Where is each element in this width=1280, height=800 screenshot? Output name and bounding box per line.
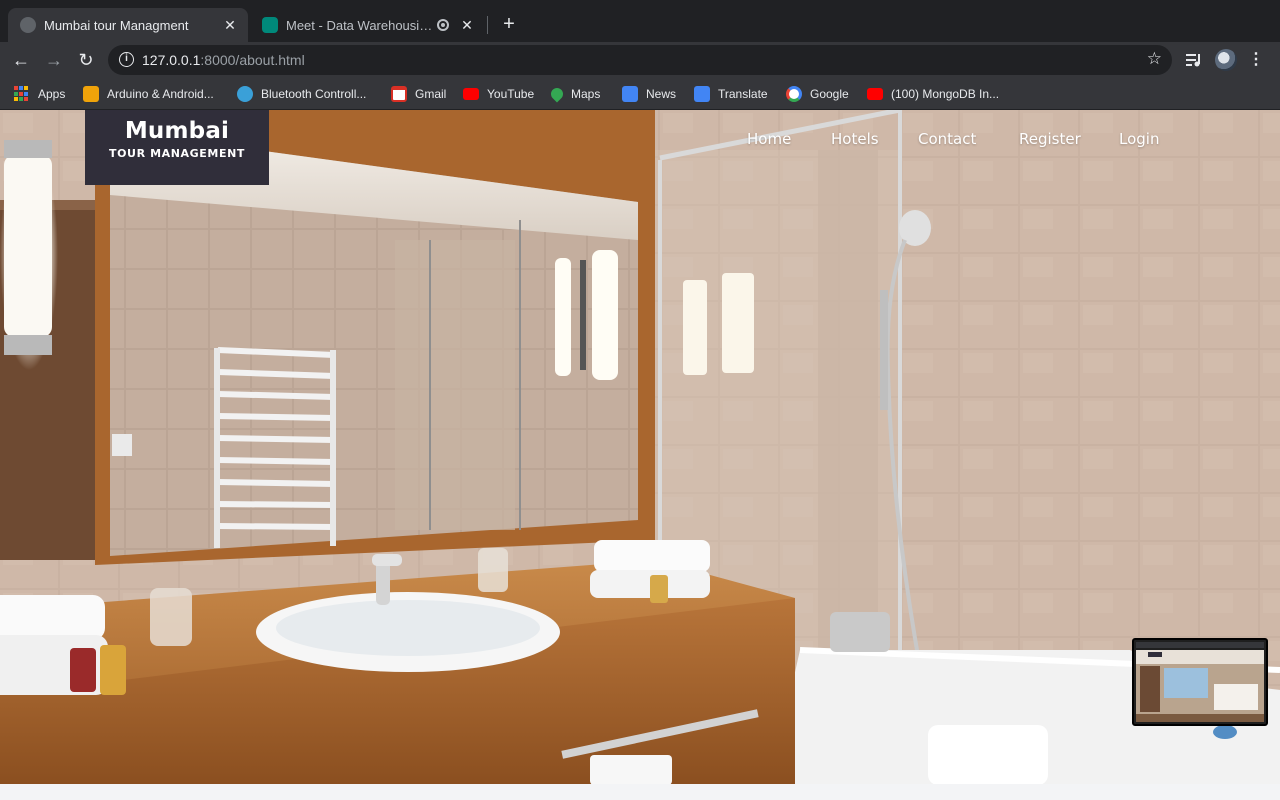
bookmark-google[interactable]: Google <box>786 85 849 103</box>
bookmark-label: Arduino & Android... <box>107 87 214 101</box>
bookmark-label: Bluetooth Controll... <box>261 87 367 101</box>
google-icon <box>786 86 802 102</box>
bookmark-label: Maps <box>571 87 601 101</box>
maps-pin-icon <box>548 85 566 103</box>
profile-avatar[interactable] <box>1215 49 1237 71</box>
nav-register-link[interactable]: Register <box>1019 130 1081 148</box>
youtube-icon <box>867 88 883 100</box>
tab-mumbai-tour[interactable]: Mumbai tour Managment ✕ <box>8 8 248 42</box>
apps-grid-icon <box>14 86 30 102</box>
nav-login-link[interactable]: Login <box>1119 130 1159 148</box>
nav-hotels-link[interactable]: Hotels <box>831 130 879 148</box>
bookmark-bluetooth[interactable]: Bluetooth Controll... <box>237 85 366 103</box>
bookmark-mongodb[interactable]: (100) MongoDB In... <box>867 85 999 103</box>
page-viewport: Mumbai TOUR MANAGEMENT Home Hotels Conta… <box>0 110 1280 800</box>
bookmark-label: News <box>646 87 677 101</box>
bookmarks-bar: Apps Arduino & Android... Bluetooth Cont… <box>0 78 1280 110</box>
close-tab-icon[interactable]: ✕ <box>222 17 238 34</box>
nav-contact-link[interactable]: Contact <box>918 130 976 148</box>
bookmark-star-icon[interactable]: ☆ <box>1147 49 1162 69</box>
more-menu-icon[interactable]: ⋮ <box>1248 48 1264 72</box>
bookmark-label: Google <box>810 87 849 101</box>
bookmark-label: Gmail <box>415 87 447 101</box>
bookmark-arduino[interactable]: Arduino & Android... <box>83 85 214 103</box>
tab-divider <box>487 16 488 34</box>
address-bar[interactable]: i 127.0.0.1:8000/about.html ☆ <box>108 45 1172 75</box>
picture-in-picture-preview[interactable] <box>1132 638 1268 726</box>
reload-icon[interactable]: ↻ <box>74 48 98 72</box>
bookmark-gmail[interactable]: Gmail <box>391 85 446 103</box>
site-info-icon[interactable]: i <box>119 52 134 67</box>
bookmark-apps[interactable]: Apps <box>14 85 65 103</box>
url-path: :8000/about.html <box>200 52 305 68</box>
tab-title: Meet - Data Warehousing and <box>286 17 437 33</box>
tab-title: Mumbai tour Managment <box>44 17 189 33</box>
hero-banner: Mumbai TOUR MANAGEMENT Home Hotels Conta… <box>0 110 1280 784</box>
bookmark-maps[interactable]: Maps <box>548 85 601 103</box>
browser-tab-strip: Mumbai tour Managment ✕ Meet - Data Ware… <box>0 0 1280 42</box>
recording-icon <box>437 19 449 31</box>
tab-google-meet[interactable]: Meet - Data Warehousing and ✕ <box>250 8 485 42</box>
forward-arrow-icon[interactable]: → <box>42 48 66 72</box>
news-icon <box>622 86 638 102</box>
bookmark-label: Translate <box>718 87 768 101</box>
bookmark-label: YouTube <box>487 87 535 101</box>
bookmark-label: Apps <box>38 87 66 101</box>
bookmark-youtube[interactable]: YouTube <box>463 85 534 103</box>
translate-icon <box>694 86 710 102</box>
globe-favicon-icon <box>20 17 36 33</box>
meet-favicon-icon <box>262 17 278 33</box>
bookmark-news[interactable]: News <box>622 85 676 103</box>
gmail-icon <box>391 86 407 102</box>
bookmark-translate[interactable]: Translate <box>694 85 768 103</box>
brand-subtitle: TOUR MANAGEMENT <box>109 147 245 160</box>
close-tab-icon[interactable]: ✕ <box>459 17 475 34</box>
arduino-icon <box>83 86 99 102</box>
new-tab-button[interactable]: + <box>498 12 520 36</box>
back-arrow-icon[interactable]: ← <box>9 48 33 72</box>
bathroom-photo <box>0 110 1280 784</box>
url-host: 127.0.0.1 <box>142 52 201 68</box>
youtube-icon <box>463 88 479 100</box>
globe-icon <box>237 86 253 102</box>
media-control-icon[interactable] <box>1183 48 1205 72</box>
browser-toolbar: ← → ↻ i 127.0.0.1:8000/about.html ☆ ⋮ <box>0 42 1280 78</box>
url-text[interactable]: 127.0.0.1:8000/about.html <box>142 52 305 68</box>
nav-home-link[interactable]: Home <box>747 130 791 148</box>
bookmark-label: (100) MongoDB In... <box>891 87 1000 101</box>
brand-name: Mumbai <box>124 118 230 144</box>
brand-logo[interactable]: Mumbai TOUR MANAGEMENT <box>85 110 269 185</box>
